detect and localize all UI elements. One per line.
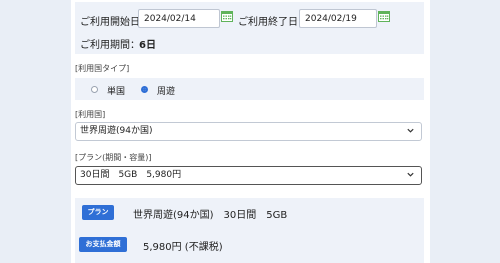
radio-multi-country[interactable] [141, 86, 148, 93]
radio-multi-country-label[interactable]: 周遊 [157, 84, 175, 97]
end-date-label: ご利用終了日： [238, 17, 308, 28]
plan-badge: プラン [82, 205, 114, 220]
period-value: 6日 [139, 40, 156, 51]
amount-badge: お支払金額 [79, 237, 127, 252]
country-type-group [75, 78, 424, 100]
country-select-value: 世界周遊(94か国) [80, 126, 153, 136]
calendar-icon[interactable] [221, 10, 233, 22]
country-select[interactable]: 世界周遊(94か国) [75, 122, 422, 141]
radio-single-country[interactable] [91, 86, 98, 93]
amount-text: 5,980円 (不課税) [143, 242, 223, 253]
radio-single-country-label[interactable]: 単国 [107, 84, 125, 97]
plan-label: [プラン(期間・容量)] [75, 153, 152, 162]
plan-summary-text: 世界周遊(94か国) 30日間 5GB [133, 210, 288, 221]
start-date-input[interactable]: 2024/02/14 [138, 9, 220, 28]
chevron-down-icon [407, 172, 414, 177]
plan-select-value: 30日間 5GB 5,980円 [80, 170, 182, 180]
calendar-icon[interactable] [378, 10, 390, 22]
plan-select[interactable]: 30日間 5GB 5,980円 [75, 166, 422, 185]
period-label: ご利用期間： [80, 40, 140, 51]
country-label: [利用国] [75, 110, 106, 119]
end-date-input[interactable]: 2024/02/19 [299, 9, 377, 28]
chevron-down-icon [407, 128, 414, 133]
country-type-label: [利用国タイプ] [75, 64, 130, 73]
